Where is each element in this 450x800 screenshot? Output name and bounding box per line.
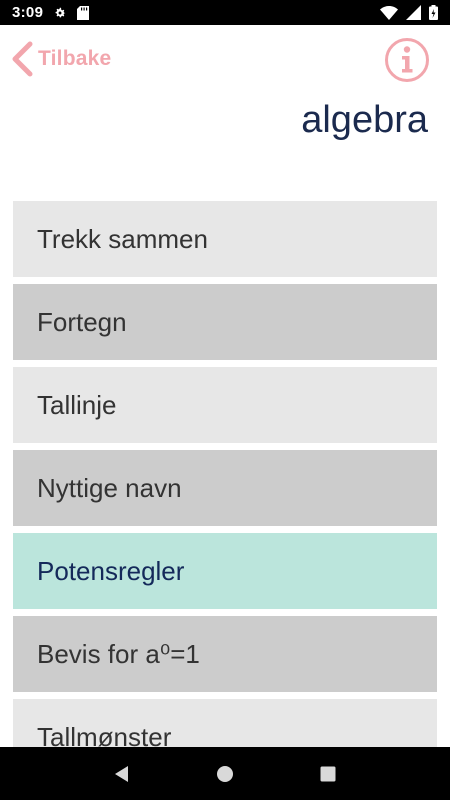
back-label: Tilbake — [38, 47, 112, 70]
page-title: algebra — [301, 99, 428, 141]
battery-icon — [429, 5, 438, 20]
list-item-active[interactable]: Potensregler — [13, 533, 437, 609]
status-right — [380, 5, 438, 20]
status-left: 3:09 — [12, 4, 90, 21]
back-button[interactable]: Tilbake — [10, 39, 111, 79]
nav-back-button[interactable] — [102, 754, 142, 794]
list-item[interactable]: Tallmønster — [13, 699, 437, 747]
home-circle-icon — [216, 765, 233, 782]
list-item[interactable]: Bevis for a⁰=1 — [13, 616, 437, 692]
nav-home-button[interactable] — [205, 754, 245, 794]
recents-square-icon — [320, 766, 336, 781]
navigation-bar — [0, 747, 450, 800]
list-item[interactable]: Fortegn — [13, 284, 437, 360]
info-button[interactable] — [384, 37, 430, 83]
signal-icon — [406, 5, 421, 20]
list-item[interactable]: Tallinje — [13, 367, 437, 443]
app-screen: Tilbake algebra Trekk sammen Fortegn Tal… — [0, 25, 450, 747]
nav-recents-button[interactable] — [308, 754, 348, 794]
topic-list: Trekk sammen Fortegn Tallinje Nyttige na… — [13, 201, 437, 747]
status-bar: 3:09 — [0, 0, 450, 25]
back-triangle-icon — [114, 765, 128, 782]
list-item[interactable]: Nyttige navn — [13, 450, 437, 526]
chevron-left-icon — [10, 41, 34, 77]
sd-card-icon — [77, 5, 90, 20]
list-item[interactable]: Trekk sammen — [13, 201, 437, 277]
wifi-icon — [380, 5, 398, 20]
gear-icon — [53, 6, 67, 20]
info-icon — [385, 38, 429, 82]
status-time: 3:09 — [12, 4, 44, 21]
